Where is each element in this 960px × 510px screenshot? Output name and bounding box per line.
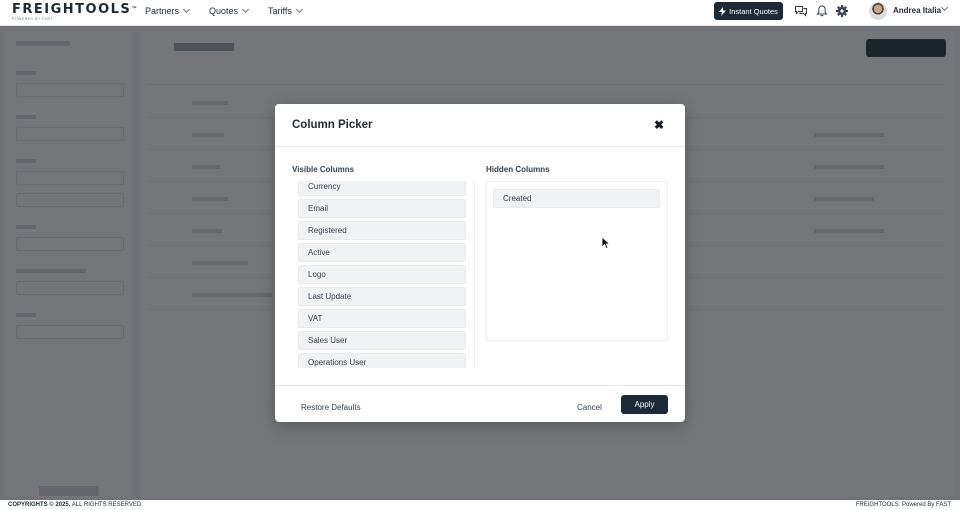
menu-quotes-label: Quotes <box>209 6 239 16</box>
column-item-sales-user[interactable]: Sales User <box>298 331 466 350</box>
mouse-cursor-icon <box>601 236 611 250</box>
close-button[interactable]: ✖ <box>653 118 665 132</box>
instant-quotes-label: Instant Quotes <box>729 6 778 16</box>
main-menu: Partners Quotes Tariffs <box>145 0 303 22</box>
column-item-created[interactable]: Created <box>493 189 660 208</box>
column-item-logo[interactable]: Logo <box>298 265 466 284</box>
menu-partners-label: Partners <box>145 6 180 16</box>
chevron-down-icon <box>295 5 303 14</box>
hidden-columns-list[interactable]: Created <box>486 181 668 341</box>
brand-logo[interactable]: FREIGHTOOLS™ POWERED BY FAST <box>12 3 139 22</box>
chevron-down-icon <box>182 5 191 14</box>
modal-title: Column Picker <box>292 119 373 131</box>
footer: COPYRIGHTS © 2025. ALL RIGHTS RESERVED. … <box>0 500 960 510</box>
top-navbar: FREIGHTOOLS™ POWERED BY FAST Partners Qu… <box>0 0 960 26</box>
menu-tariffs[interactable]: Tariffs <box>268 5 303 16</box>
chat-icon[interactable] <box>794 4 808 18</box>
column-item-registered[interactable]: Registered <box>298 221 466 240</box>
brand-tm: ™ <box>131 6 139 13</box>
menu-partners[interactable]: Partners <box>145 5 191 16</box>
chevron-down-icon[interactable] <box>940 3 949 12</box>
footer-rights: ALL RIGHTS RESERVED. <box>71 502 143 508</box>
user-name[interactable]: Andrea Italia <box>893 6 941 15</box>
brand-tagline: POWERED BY FAST <box>12 17 53 21</box>
footer-powered: FREIGHTOOLS. Powered By FAST <box>855 502 951 508</box>
visible-columns-list[interactable]: Currency Email Registered Active Logo La… <box>292 181 475 368</box>
brand-name: FREIGHTOOLS <box>12 2 132 17</box>
column-picker-modal: Column Picker ✖ Visible Columns Hidden C… <box>275 104 685 422</box>
chevron-down-icon <box>242 5 250 14</box>
column-item-email[interactable]: Email <box>298 199 466 218</box>
column-item-vat[interactable]: VAT <box>298 309 466 328</box>
instant-quotes-button[interactable]: Instant Quotes <box>714 2 783 20</box>
menu-quotes[interactable]: Quotes <box>209 5 250 16</box>
visible-columns-heading: Visible Columns <box>292 165 355 174</box>
avatar[interactable] <box>869 2 887 20</box>
column-item-operations-user[interactable]: Operations User <box>298 353 466 368</box>
column-item-last-update[interactable]: Last Update <box>298 287 466 306</box>
close-icon: ✖ <box>653 118 665 132</box>
menu-tariffs-label: Tariffs <box>268 6 292 16</box>
bell-icon[interactable] <box>815 4 829 18</box>
gear-icon[interactable] <box>835 4 849 18</box>
modal-header: Column Picker ✖ <box>275 104 685 147</box>
column-item-currency[interactable]: Currency <box>298 181 466 196</box>
modal-footer: Restore Defaults Cancel Apply <box>275 385 685 422</box>
restore-defaults-button[interactable]: Restore Defaults <box>301 403 361 412</box>
cancel-button[interactable]: Cancel <box>577 403 602 412</box>
hidden-columns-heading: Hidden Columns <box>486 165 550 174</box>
apply-button[interactable]: Apply <box>621 395 668 414</box>
column-item-active[interactable]: Active <box>298 243 466 262</box>
lightning-icon <box>719 6 727 16</box>
footer-copyright: COPYRIGHTS © 2025. <box>8 502 71 508</box>
